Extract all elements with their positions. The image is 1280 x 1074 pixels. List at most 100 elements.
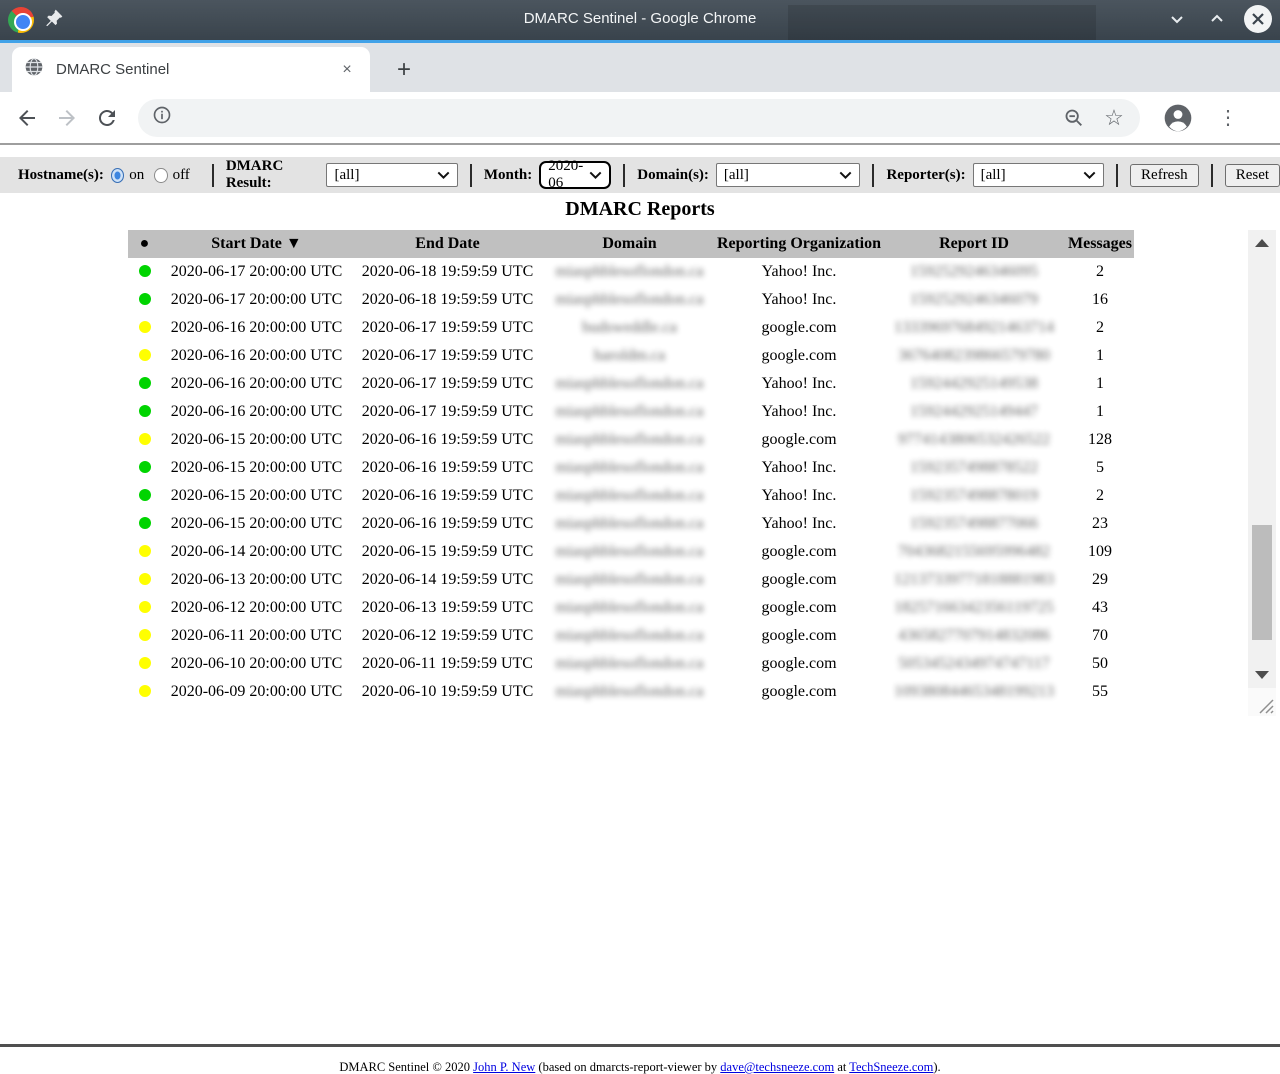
reload-icon[interactable] xyxy=(94,105,120,131)
table-row[interactable]: 2020-06-15 20:00:00 UTC 2020-06-16 19:59… xyxy=(128,454,1134,482)
cell-end-date: 2020-06-17 19:59:59 UTC xyxy=(352,398,543,426)
tab-dmarc-sentinel[interactable]: DMARC Sentinel × xyxy=(12,47,370,92)
table-row[interactable]: 2020-06-16 20:00:00 UTC 2020-06-17 19:59… xyxy=(128,314,1134,342)
dmarc-result-label: DMARC Result: xyxy=(226,158,320,192)
reporters-label: Reporter(s): xyxy=(886,167,965,184)
email-link[interactable]: dave@techsneeze.com xyxy=(720,1060,834,1074)
refresh-button[interactable]: Refresh xyxy=(1130,164,1199,187)
address-bar[interactable]: ☆ xyxy=(138,99,1140,137)
status-dot-icon xyxy=(139,517,151,529)
cell-status xyxy=(128,594,161,622)
divider xyxy=(1211,164,1213,187)
table-row[interactable]: 2020-06-17 20:00:00 UTC 2020-06-18 19:59… xyxy=(128,258,1134,286)
month-select[interactable]: 2020-06 xyxy=(539,161,611,189)
status-dot-icon xyxy=(139,433,151,445)
hostname-off-label[interactable]: off xyxy=(173,167,190,184)
forward-icon[interactable] xyxy=(54,105,80,131)
header-start-date[interactable]: Start Date ▼ xyxy=(161,230,352,258)
cell-report-id-redacted: 12137339771818881983 xyxy=(882,566,1066,594)
cell-status xyxy=(128,398,161,426)
resize-grip[interactable] xyxy=(1248,688,1276,716)
cell-domain-redacted: miasphblesoflondon.ca xyxy=(543,258,716,286)
reporters-select[interactable]: [all] xyxy=(973,163,1104,187)
new-tab-button[interactable]: + xyxy=(388,54,420,86)
vertical-scrollbar[interactable] xyxy=(1248,230,1276,688)
table-row[interactable]: 2020-06-15 20:00:00 UTC 2020-06-16 19:59… xyxy=(128,510,1134,538)
page-info-icon[interactable] xyxy=(152,105,172,130)
tab-close-icon[interactable]: × xyxy=(336,59,358,81)
cell-report-id-redacted: 9774143806532426522 xyxy=(882,426,1066,454)
cell-domain-redacted: haroldm.ca xyxy=(543,342,716,370)
cell-end-date: 2020-06-18 19:59:59 UTC xyxy=(352,258,543,286)
divider xyxy=(212,164,214,187)
menu-kebab-icon[interactable]: ⋮ xyxy=(1216,105,1240,130)
table-row[interactable]: 2020-06-16 20:00:00 UTC 2020-06-17 19:59… xyxy=(128,370,1134,398)
status-dot-icon xyxy=(139,601,151,613)
cell-domain-redacted: miasphblesoflondon.ca xyxy=(543,538,716,566)
status-dot-icon xyxy=(139,489,151,501)
cell-start-date: 2020-06-15 20:00:00 UTC xyxy=(161,482,352,510)
scroll-down-arrow-icon[interactable] xyxy=(1255,671,1269,679)
table-row[interactable]: 2020-06-10 20:00:00 UTC 2020-06-11 19:59… xyxy=(128,650,1134,678)
table-row[interactable]: 2020-06-16 20:00:00 UTC 2020-06-17 19:59… xyxy=(128,342,1134,370)
close-window-button[interactable] xyxy=(1244,5,1272,33)
table-row[interactable]: 2020-06-17 20:00:00 UTC 2020-06-18 19:59… xyxy=(128,286,1134,314)
back-icon[interactable] xyxy=(14,105,40,131)
reset-button[interactable]: Reset xyxy=(1225,164,1280,187)
cell-end-date: 2020-06-15 19:59:59 UTC xyxy=(352,538,543,566)
hostname-label: Hostname(s): xyxy=(18,167,104,184)
cell-report-id-redacted: 1592529246346079 xyxy=(882,286,1066,314)
cell-end-date: 2020-06-17 19:59:59 UTC xyxy=(352,370,543,398)
header-messages[interactable]: Messages xyxy=(1066,230,1134,258)
table-row[interactable]: 2020-06-11 20:00:00 UTC 2020-06-12 19:59… xyxy=(128,622,1134,650)
table-row[interactable]: 2020-06-14 20:00:00 UTC 2020-06-15 19:59… xyxy=(128,538,1134,566)
cell-start-date: 2020-06-16 20:00:00 UTC xyxy=(161,370,352,398)
scrollbar-thumb[interactable] xyxy=(1252,525,1272,640)
dmarc-result-select[interactable]: [all] xyxy=(326,163,457,187)
chevron-down-icon xyxy=(839,170,852,180)
header-end-date[interactable]: End Date xyxy=(352,230,543,258)
cell-end-date: 2020-06-16 19:59:59 UTC xyxy=(352,426,543,454)
cell-report-id-redacted: 1592357498878019 xyxy=(882,482,1066,510)
cell-report-id-redacted: 1592529246346095 xyxy=(882,258,1066,286)
table-row[interactable]: 2020-06-16 20:00:00 UTC 2020-06-17 19:59… xyxy=(128,398,1134,426)
cell-messages: 109 xyxy=(1066,538,1134,566)
table-row[interactable]: 2020-06-13 20:00:00 UTC 2020-06-14 19:59… xyxy=(128,566,1134,594)
status-dot-icon xyxy=(139,685,151,697)
author-link[interactable]: John P. New xyxy=(473,1060,535,1074)
header-domain[interactable]: Domain xyxy=(543,230,716,258)
scroll-up-arrow-icon[interactable] xyxy=(1255,239,1269,247)
hostname-on-radio[interactable] xyxy=(111,168,124,183)
cell-reporting-organization: Yahoo! Inc. xyxy=(716,510,882,538)
hostname-off-radio[interactable] xyxy=(154,168,167,183)
hostname-on-label[interactable]: on xyxy=(129,167,144,184)
cell-report-id-redacted: 4365827707914832086 xyxy=(882,622,1066,650)
header-reporting-organization[interactable]: Reporting Organization xyxy=(716,230,882,258)
zoom-out-icon[interactable] xyxy=(1062,106,1086,130)
table-row[interactable]: 2020-06-15 20:00:00 UTC 2020-06-16 19:59… xyxy=(128,426,1134,454)
cell-domain-redacted: budsweddle.ca xyxy=(543,314,716,342)
header-report-id[interactable]: Report ID xyxy=(882,230,1066,258)
cell-messages: 70 xyxy=(1066,622,1134,650)
table-row[interactable]: 2020-06-15 20:00:00 UTC 2020-06-16 19:59… xyxy=(128,482,1134,510)
cell-reporting-organization: Yahoo! Inc. xyxy=(716,482,882,510)
cell-end-date: 2020-06-14 19:59:59 UTC xyxy=(352,566,543,594)
minimize-button[interactable] xyxy=(1164,6,1190,32)
domains-select[interactable]: [all] xyxy=(716,163,861,187)
status-dot-icon xyxy=(139,629,151,641)
bookmark-star-icon[interactable]: ☆ xyxy=(1102,106,1126,130)
cell-status xyxy=(128,622,161,650)
cell-reporting-organization: google.com xyxy=(716,594,882,622)
cell-status xyxy=(128,538,161,566)
cell-report-id-redacted: 1592357498878522 xyxy=(882,454,1066,482)
cell-start-date: 2020-06-12 20:00:00 UTC xyxy=(161,594,352,622)
month-label: Month: xyxy=(484,167,532,184)
cell-messages: 1 xyxy=(1066,342,1134,370)
maximize-button[interactable] xyxy=(1204,6,1230,32)
cell-domain-redacted: miasphblesoflondon.ca xyxy=(543,454,716,482)
techsneeze-link[interactable]: TechSneeze.com xyxy=(849,1060,933,1074)
table-row[interactable]: 2020-06-12 20:00:00 UTC 2020-06-13 19:59… xyxy=(128,594,1134,622)
profile-avatar-icon[interactable] xyxy=(1162,102,1194,134)
cell-report-id-redacted: 10938084465348199213 xyxy=(882,678,1066,706)
table-row[interactable]: 2020-06-09 20:00:00 UTC 2020-06-10 19:59… xyxy=(128,678,1134,706)
